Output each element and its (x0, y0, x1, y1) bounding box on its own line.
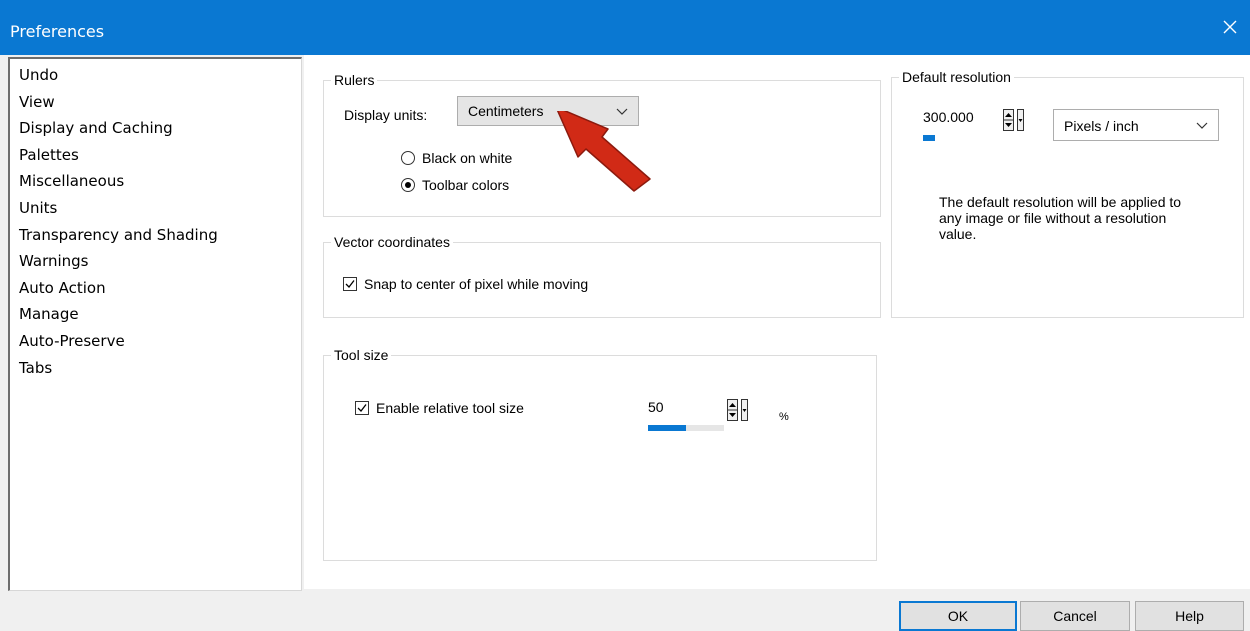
display-units-label: Display units: (344, 107, 428, 123)
tool-size-level-fill (648, 425, 686, 431)
checkmark-icon (345, 280, 355, 288)
resolution-description-line-1: The default resolution will be applied t… (939, 194, 1182, 210)
radio-selected-dot (405, 182, 411, 188)
cancel-button[interactable]: Cancel (1020, 601, 1130, 631)
tool-size-group: Tool size Enable relative tool size % (323, 346, 877, 561)
resolution-description: The default resolution will be applied t… (939, 194, 1239, 242)
tool-size-unit: % (779, 411, 789, 423)
nav-item-display-and-caching[interactable]: Display and Caching (19, 118, 301, 145)
nav-item-undo[interactable]: Undo (19, 65, 301, 92)
resolution-dropdown-button[interactable] (1017, 109, 1024, 131)
snap-label[interactable]: Snap to center of pixel while moving (364, 275, 588, 293)
snap-checkbox[interactable] (343, 277, 357, 291)
checkmark-icon (357, 404, 367, 412)
vector-coordinates-group: Vector coordinates Snap to center of pix… (323, 233, 881, 318)
settings-panel: Rulers Display units: Centimeters Black … (304, 55, 1250, 589)
resolution-input[interactable] (921, 106, 1001, 128)
radio-toolbar-colors-label[interactable]: Toolbar colors (422, 176, 509, 194)
tool-size-group-label: Tool size (331, 346, 392, 364)
window-title: Preferences (10, 22, 105, 41)
resolution-unit-value: Pixels / inch (1064, 118, 1139, 134)
small-arrow-down-icon (742, 409, 747, 412)
resolution-level-track (923, 135, 999, 141)
red-arrow-icon (556, 111, 651, 192)
resolution-description-line-2: any image or file without a resolution (939, 210, 1167, 226)
enable-relative-tool-size-checkbox[interactable] (355, 401, 369, 415)
dialog-client: Undo View Display and Caching Palettes M… (0, 55, 1250, 631)
tool-size-input[interactable] (646, 396, 724, 418)
category-list[interactable]: Undo View Display and Caching Palettes M… (8, 57, 302, 591)
nav-item-auto-action[interactable]: Auto Action (19, 278, 301, 305)
close-icon[interactable] (1220, 17, 1240, 37)
nav-item-view[interactable]: View (19, 92, 301, 119)
category-items: Undo View Display and Caching Palettes M… (10, 59, 301, 384)
resolution-spin[interactable] (921, 106, 1039, 142)
rulers-group-label: Rulers (331, 71, 378, 89)
resolution-description-line-3: value. (939, 226, 977, 242)
radio-black-on-white[interactable] (401, 151, 415, 165)
tool-size-spin[interactable] (646, 396, 766, 432)
nav-item-auto-preserve[interactable]: Auto-Preserve (19, 331, 301, 358)
title-bar: Preferences (0, 0, 1250, 55)
spin-arrows-icon (728, 403, 737, 417)
tool-size-dropdown-button[interactable] (741, 399, 748, 421)
nav-item-miscellaneous[interactable]: Miscellaneous (19, 171, 301, 198)
spin-arrows-icon (1004, 113, 1013, 127)
nav-item-warnings[interactable]: Warnings (19, 251, 301, 278)
display-units-value: Centimeters (468, 103, 544, 119)
tool-size-spin-arrows[interactable] (727, 399, 738, 421)
help-button[interactable]: Help (1135, 601, 1244, 631)
default-resolution-group-label: Default resolution (899, 68, 1014, 86)
default-resolution-group: Default resolution Pixels / inch (891, 68, 1244, 318)
ok-button[interactable]: OK (899, 601, 1017, 631)
nav-item-units[interactable]: Units (19, 198, 301, 225)
radio-toolbar-colors[interactable] (401, 178, 415, 192)
nav-item-manage[interactable]: Manage (19, 304, 301, 331)
tool-size-level-track (648, 425, 724, 431)
resolution-spin-arrows[interactable] (1003, 109, 1014, 131)
radio-black-on-white-label[interactable]: Black on white (422, 149, 512, 167)
nav-item-tabs[interactable]: Tabs (19, 358, 301, 385)
chevron-down-icon (1196, 122, 1208, 129)
nav-item-transparency-and-shading[interactable]: Transparency and Shading (19, 225, 301, 252)
resolution-level-fill (923, 135, 935, 141)
small-arrow-down-icon (1018, 119, 1023, 122)
nav-item-palettes[interactable]: Palettes (19, 145, 301, 172)
enable-relative-tool-size-label[interactable]: Enable relative tool size (376, 399, 524, 417)
vector-coordinates-group-label: Vector coordinates (331, 233, 453, 251)
resolution-unit-select[interactable]: Pixels / inch (1053, 109, 1219, 141)
